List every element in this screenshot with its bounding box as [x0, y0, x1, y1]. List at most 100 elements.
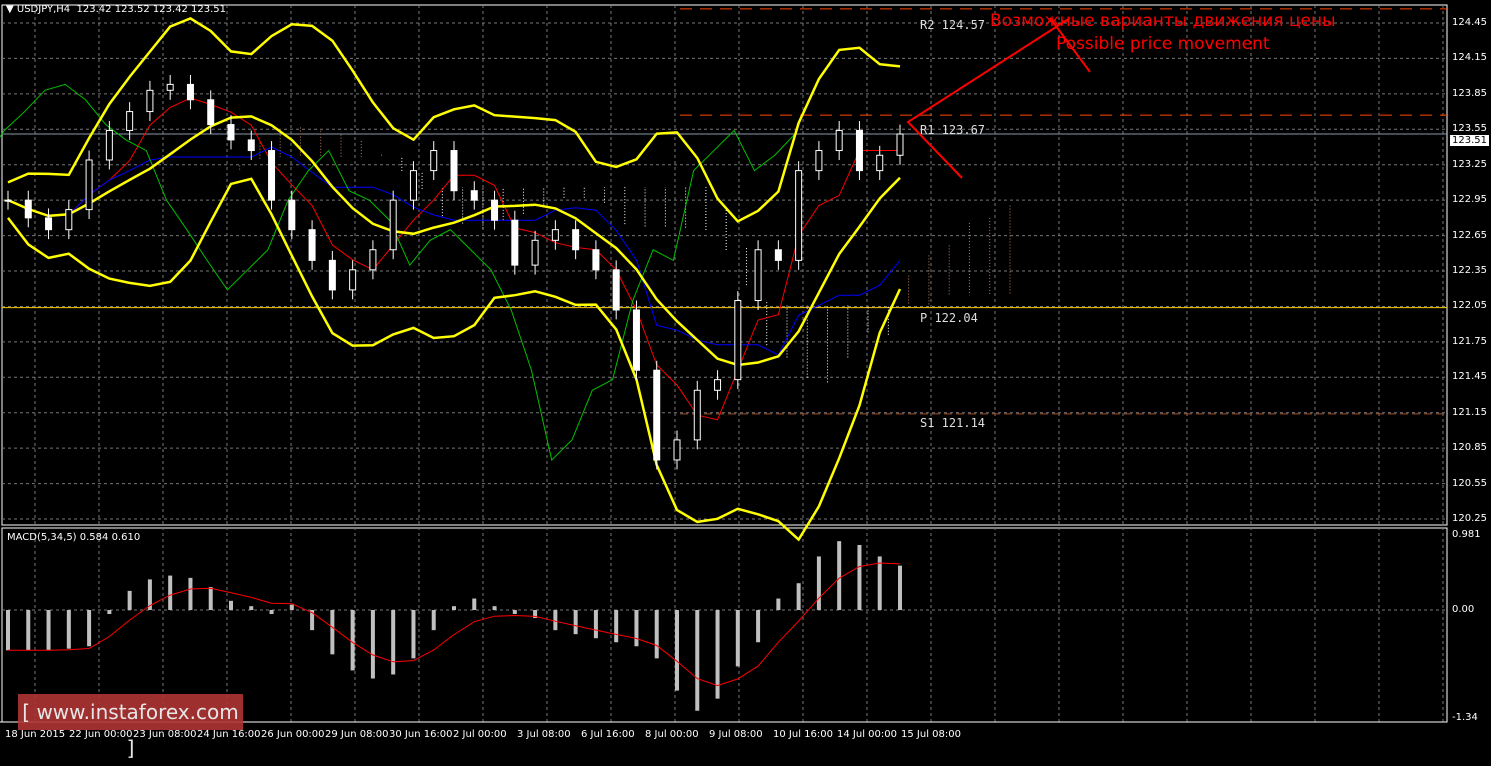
macd-histogram-bar — [350, 610, 355, 671]
annotation-en: Possible price movement — [1056, 34, 1270, 54]
time-tick-label: 23 Jun 08:00 — [133, 729, 197, 740]
macd-histogram-bar — [553, 610, 558, 631]
price-tick-label: 122.35 — [1452, 265, 1487, 276]
candle — [653, 369, 661, 461]
price-tick-label: 120.85 — [1452, 442, 1487, 454]
macd-histogram-bar — [46, 610, 51, 651]
macd-histogram-bar — [512, 610, 517, 615]
candle — [45, 217, 53, 231]
candle — [409, 170, 417, 201]
candle — [835, 129, 843, 152]
symbol-header: ▼ USDJPY,H4 123.42 123.52 123.42 123.51 — [6, 4, 227, 15]
macd-histogram-bar — [776, 598, 781, 610]
candle — [308, 229, 316, 261]
candle — [774, 249, 782, 261]
candle — [734, 300, 742, 381]
time-tick-label: 26 Jun 00:00 — [261, 729, 325, 740]
macd-histogram-bar — [452, 606, 456, 610]
candle — [207, 99, 215, 126]
candle — [430, 150, 438, 172]
price-panel-frame — [1, 4, 1448, 526]
time-tick-label: 24 Jun 16:00 — [197, 729, 261, 740]
macd-histogram-bar — [857, 544, 862, 610]
macd-histogram-bar — [796, 583, 801, 610]
macd-histogram-bar — [735, 610, 740, 667]
candle — [369, 249, 377, 271]
candle — [876, 154, 884, 172]
watermark-logo: [ www.instaforex.com ] — [18, 694, 243, 760]
time-tick-label: 18 Jun 2015 — [5, 729, 66, 740]
macd-histogram-bar — [107, 610, 112, 615]
macd-histogram-bar — [391, 610, 396, 675]
macd-histogram-bar — [634, 610, 639, 647]
price-tick-label: 123.25 — [1452, 158, 1487, 170]
time-tick-label: 3 Jul 08:00 — [517, 729, 571, 740]
macd-histogram-bar — [208, 587, 213, 610]
candle — [612, 269, 620, 311]
candle — [815, 150, 823, 172]
ohlc-values: 123.42 123.52 123.42 123.51 — [76, 4, 227, 15]
candle — [491, 199, 499, 221]
macd-panel-frame — [1, 527, 1448, 723]
price-tick-label: 122.05 — [1452, 300, 1487, 312]
chart-window[interactable]: ▼ USDJPY,H4 123.42 123.52 123.42 123.51 … — [0, 0, 1491, 760]
candle — [673, 439, 681, 461]
macd-histogram-bar — [816, 556, 821, 610]
candle — [126, 111, 134, 131]
macd-histogram-bar — [431, 610, 436, 631]
macd-histogram-bar — [168, 575, 173, 610]
macd-histogram-bar — [593, 610, 598, 639]
macd-histogram-bar — [492, 606, 497, 610]
candle — [328, 259, 336, 291]
time-tick-label: 8 Jul 00:00 — [645, 729, 699, 740]
macd-histogram-bar — [472, 598, 477, 610]
candle — [450, 150, 458, 192]
symbol: USDJPY,H4 — [16, 4, 71, 15]
candle — [470, 190, 478, 201]
price-tick-label: 120.25 — [1452, 513, 1487, 525]
macd-histogram-bar — [26, 610, 31, 651]
r2-label: R2 124.57 — [920, 18, 986, 32]
price-tick-label: 121.45 — [1452, 371, 1487, 383]
price-tick-label: 121.75 — [1452, 335, 1487, 347]
candle — [592, 249, 600, 271]
candle — [551, 229, 559, 241]
macd-histogram-bar — [6, 610, 10, 651]
macd-tick-label: 0.981 — [1452, 528, 1481, 540]
macd-histogram-bar — [370, 610, 375, 679]
macd-histogram-bar — [614, 610, 619, 643]
macd-label: MACD(5,34,5) 0.584 0.610 — [7, 532, 141, 543]
time-tick-label: 2 Jul 00:00 — [453, 729, 507, 740]
macd-histogram-bar — [127, 590, 132, 610]
macd-histogram-bar — [877, 556, 882, 610]
chart-canvas[interactable] — [0, 0, 1491, 744]
candle — [693, 389, 701, 441]
candle — [166, 83, 174, 91]
candle — [855, 129, 863, 172]
time-tick-label: 30 Jun 16:00 — [389, 729, 453, 740]
s1-label: S1 121.14 — [920, 416, 986, 430]
current-price-tag: 123.51 — [1450, 135, 1489, 146]
macd-histogram-bar — [898, 565, 902, 610]
candle — [4, 199, 12, 202]
macd-histogram-bar — [269, 610, 274, 615]
macd-histogram-bar — [289, 604, 294, 610]
time-tick-label: 22 Jun 00:00 — [69, 729, 133, 740]
price-tick-label: 120.55 — [1452, 477, 1487, 489]
candle — [65, 209, 73, 231]
macd-histogram-bar — [756, 610, 761, 643]
time-tick-label: 29 Jun 08:00 — [325, 729, 389, 740]
price-tick-label: 124.15 — [1452, 52, 1487, 64]
r1-label: R1 123.67 — [920, 123, 986, 137]
time-tick-label: 14 Jul 00:00 — [837, 729, 897, 740]
candle — [247, 139, 255, 152]
candle — [572, 229, 580, 251]
price-tick-label: 122.65 — [1452, 229, 1487, 241]
chikou-line — [0, 83, 796, 461]
candle — [227, 124, 235, 141]
macd-histogram-bar — [411, 610, 416, 659]
candle — [754, 249, 762, 302]
macd-histogram-bar — [330, 610, 335, 655]
macd-histogram-bar — [87, 610, 92, 647]
candle — [632, 309, 640, 371]
